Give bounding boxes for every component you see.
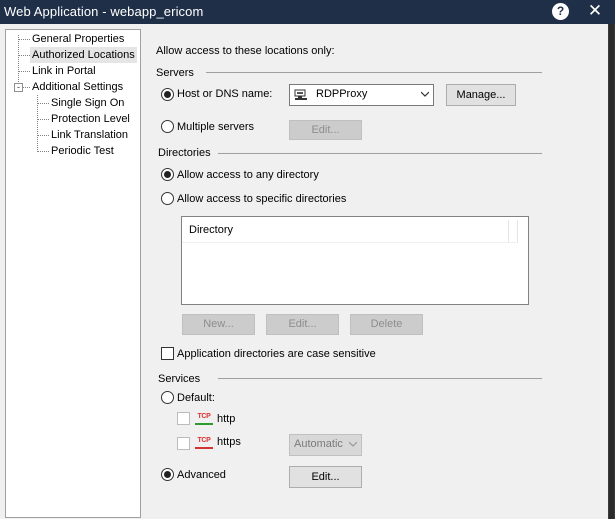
delete-directory-button[interactable]: Delete bbox=[350, 314, 423, 335]
help-icon[interactable]: ? bbox=[552, 3, 569, 20]
https-checkbox[interactable] bbox=[177, 437, 190, 450]
manage-button[interactable]: Manage... bbox=[446, 84, 516, 106]
window-title: Web Application - webapp_ericom bbox=[4, 4, 204, 19]
new-directory-button[interactable]: New... bbox=[182, 314, 255, 335]
advanced-services-label[interactable]: Advanced bbox=[177, 469, 226, 481]
tree-item-periodic-test[interactable]: Periodic Test bbox=[49, 143, 116, 159]
http-label: http bbox=[217, 413, 236, 425]
advanced-services-radio[interactable] bbox=[161, 468, 174, 481]
specific-directories-radio[interactable] bbox=[161, 192, 174, 205]
host-radio-label[interactable]: Host or DNS name: bbox=[177, 88, 272, 100]
tree-item-protection-level[interactable]: Protection Level bbox=[49, 111, 132, 127]
tcp-icon: TCP bbox=[195, 436, 213, 449]
host-select-value: RDPProxy bbox=[316, 88, 368, 100]
close-icon[interactable]: ✕ bbox=[585, 1, 605, 21]
window-edge bbox=[608, 24, 615, 519]
host-radio[interactable] bbox=[161, 88, 174, 101]
title-bar: Web Application - webapp_ericom ? ✕ bbox=[0, 0, 615, 24]
specific-directories-label[interactable]: Allow access to specific directories bbox=[177, 193, 346, 205]
services-divider bbox=[218, 378, 542, 379]
case-sensitive-label[interactable]: Application directories are case sensiti… bbox=[177, 348, 376, 360]
services-group-label: Services bbox=[158, 373, 201, 385]
host-select[interactable]: RDPProxy bbox=[289, 84, 434, 106]
directories-group-label: Directories bbox=[158, 147, 211, 159]
server-icon bbox=[294, 89, 307, 100]
default-services-label[interactable]: Default: bbox=[177, 392, 215, 404]
https-label: https bbox=[217, 436, 241, 448]
multiple-servers-label[interactable]: Multiple servers bbox=[177, 121, 254, 133]
servers-group-label: Servers bbox=[156, 67, 194, 79]
tree-item-link-translation[interactable]: Link Translation bbox=[49, 127, 130, 143]
tree-item-single-sign-on[interactable]: Single Sign On bbox=[49, 95, 126, 111]
any-directory-label[interactable]: Allow access to any directory bbox=[177, 169, 319, 181]
directory-list[interactable]: Directory bbox=[181, 216, 529, 305]
directory-column-header[interactable]: Directory bbox=[182, 217, 518, 243]
advanced-edit-button[interactable]: Edit... bbox=[289, 466, 362, 488]
directories-divider bbox=[218, 153, 542, 154]
any-directory-radio[interactable] bbox=[161, 168, 174, 181]
multiple-servers-edit-button[interactable]: Edit... bbox=[289, 120, 362, 140]
case-sensitive-checkbox[interactable] bbox=[161, 347, 174, 360]
multiple-servers-radio[interactable] bbox=[161, 120, 174, 133]
servers-divider bbox=[206, 72, 542, 73]
tree-item-general-properties[interactable]: General Properties bbox=[30, 31, 126, 47]
collapse-icon[interactable]: - bbox=[14, 83, 23, 92]
tcp-icon: TCP bbox=[195, 412, 213, 425]
chevron-down-icon bbox=[421, 91, 429, 97]
directory-column-label: Directory bbox=[189, 224, 234, 236]
edit-directory-button[interactable]: Edit... bbox=[266, 314, 339, 335]
navigation-tree: General Properties Authorized Locations … bbox=[5, 29, 141, 518]
tree-item-link-in-portal[interactable]: Link in Portal bbox=[30, 63, 98, 79]
default-services-radio[interactable] bbox=[161, 391, 174, 404]
tree-item-additional-settings[interactable]: Additional Settings bbox=[30, 79, 125, 95]
tree-item-authorized-locations[interactable]: Authorized Locations bbox=[30, 47, 137, 63]
http-checkbox[interactable] bbox=[177, 412, 190, 425]
intro-text: Allow access to these locations only: bbox=[156, 45, 335, 57]
https-mode-value: Automatic bbox=[294, 438, 343, 450]
chevron-down-icon bbox=[349, 441, 357, 447]
https-mode-select[interactable]: Automatic bbox=[289, 434, 362, 456]
